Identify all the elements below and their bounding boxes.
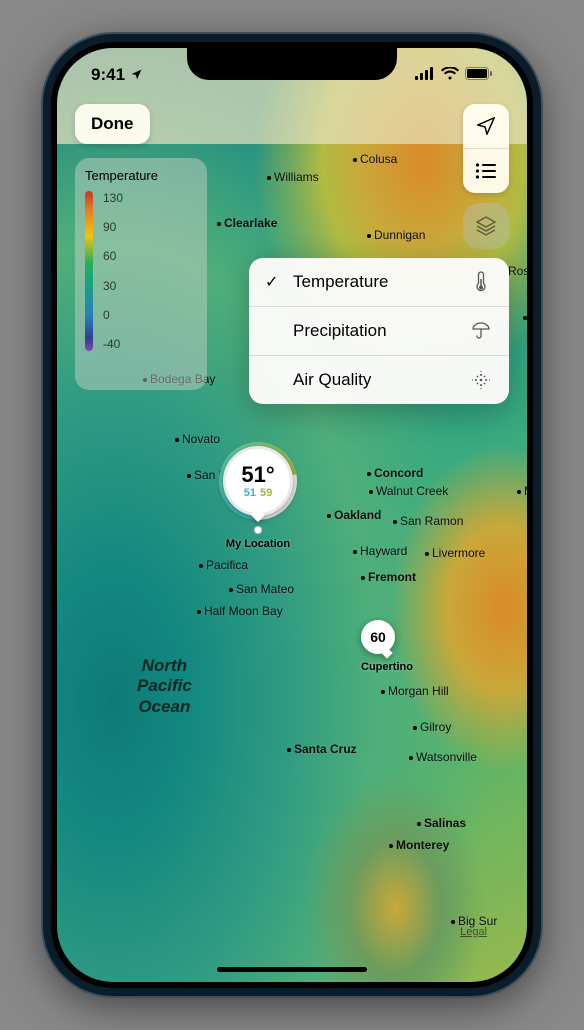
pin-temp: 60 bbox=[361, 620, 395, 654]
city-label: Fremont bbox=[361, 570, 416, 584]
layers-button[interactable] bbox=[463, 203, 509, 249]
city-label: Livermore bbox=[425, 546, 485, 560]
aqi-icon bbox=[469, 370, 493, 390]
pin-temp: 51° bbox=[241, 464, 274, 486]
city-label: Gilroy bbox=[413, 720, 451, 734]
city-label: Morgan Hill bbox=[381, 684, 449, 698]
list-button[interactable] bbox=[463, 148, 509, 193]
city-label: San Ramon bbox=[393, 514, 463, 528]
battery-icon bbox=[465, 65, 493, 85]
city-label: Colusa bbox=[353, 152, 397, 166]
city-label: Pacifica bbox=[199, 558, 248, 572]
city-label: Half Moon Bay bbox=[197, 604, 283, 618]
city-label: Hayward bbox=[353, 544, 407, 558]
city-label: Novato bbox=[175, 432, 220, 446]
layer-option-precipitation[interactable]: Precipitation bbox=[249, 306, 509, 355]
city-label: Ma bbox=[517, 484, 527, 498]
city-label: Clearlake bbox=[217, 216, 277, 230]
legend-gradient bbox=[85, 191, 93, 351]
city-label: Concord bbox=[367, 466, 423, 480]
city-label: Salinas bbox=[417, 816, 466, 830]
city-label: San Mateo bbox=[229, 582, 294, 596]
umbrella-icon bbox=[469, 321, 493, 341]
notch bbox=[187, 48, 397, 80]
pin-label: My Location bbox=[223, 538, 293, 550]
status-time: 9:41 bbox=[91, 65, 143, 85]
legal-link[interactable]: Legal bbox=[460, 926, 487, 938]
bezel: 9:41 Done bbox=[51, 42, 533, 988]
city-label: Santa Cruz bbox=[287, 742, 357, 756]
map-quick-actions bbox=[463, 104, 509, 193]
thermometer-icon bbox=[469, 271, 493, 293]
city-label: Monterey bbox=[389, 838, 449, 852]
layer-menu: ✓ Temperature Precipitation Air Quality bbox=[249, 258, 509, 404]
pin-cupertino[interactable]: 60 Cupertino bbox=[361, 620, 413, 673]
legend-ticks: 130 90 60 30 0 -40 bbox=[103, 191, 123, 351]
layer-option-temperature[interactable]: ✓ Temperature bbox=[249, 258, 509, 306]
signal-icon bbox=[415, 65, 435, 85]
device-frame: 9:41 Done bbox=[43, 34, 541, 996]
city-label: Williams bbox=[267, 170, 319, 184]
pin-my-location[interactable]: 51° 5159 My Location bbox=[223, 446, 293, 550]
city-label: S bbox=[523, 310, 527, 324]
wifi-icon bbox=[441, 65, 459, 85]
locate-me-button[interactable] bbox=[463, 104, 509, 148]
city-label: Oakland bbox=[327, 508, 381, 522]
layer-option-air-quality[interactable]: Air Quality bbox=[249, 355, 509, 404]
done-button[interactable]: Done bbox=[75, 104, 150, 144]
home-indicator bbox=[217, 967, 367, 972]
legend-panel: Temperature 130 90 60 30 0 -40 bbox=[75, 158, 207, 390]
city-label: Dunnigan bbox=[367, 228, 425, 242]
city-label: Watsonville bbox=[409, 750, 477, 764]
city-label: Walnut Creek bbox=[369, 484, 448, 498]
screen: 9:41 Done bbox=[57, 48, 527, 982]
check-icon: ✓ bbox=[265, 272, 287, 292]
pin-label: Cupertino bbox=[361, 661, 413, 673]
ocean-label: North Pacific Ocean bbox=[137, 656, 192, 717]
legend-title: Temperature bbox=[85, 168, 197, 183]
